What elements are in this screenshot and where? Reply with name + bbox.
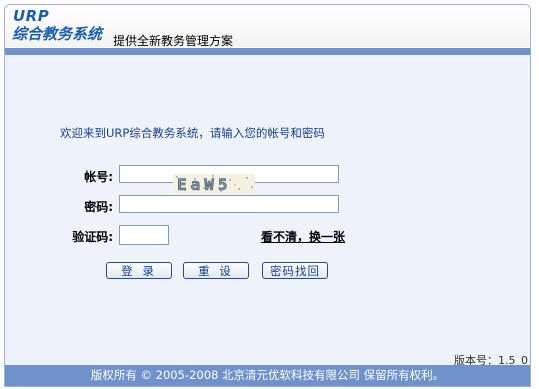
captcha-text: EaW5	[177, 175, 232, 194]
welcome-message: 欢迎来到URP综合教务系统，请输入您的帐号和密码	[60, 126, 325, 140]
captcha-input[interactable]	[119, 225, 169, 245]
account-label: 帐号:	[84, 170, 113, 184]
login-window: URP 综合教务系统 提供全新教务管理方案 欢迎来到URP综合教务系统，请输入您…	[4, 4, 531, 387]
login-button[interactable]: 登 录	[106, 262, 172, 279]
header-band	[5, 48, 530, 55]
captcha-label: 验证码:	[72, 230, 113, 244]
logo-system-name: 综合教务系统	[12, 25, 103, 43]
footer-copyright: 版权所有 © 2005-2008 北京清元优软科技有限公司 保留所有权利。	[5, 365, 530, 386]
password-input[interactable]	[119, 195, 339, 213]
refresh-captcha-link[interactable]: 看不清，换一张	[261, 228, 345, 245]
header: URP 综合教务系统 提供全新教务管理方案	[5, 5, 530, 48]
recover-password-button[interactable]: 密码找回	[262, 262, 328, 279]
captcha-image[interactable]: EaW5	[173, 174, 255, 194]
login-panel: 欢迎来到URP综合教务系统，请输入您的帐号和密码 帐号: 密码: 验证码: Ea…	[5, 55, 530, 367]
reset-button[interactable]: 重 设	[183, 262, 249, 279]
slogan: 提供全新教务管理方案	[113, 34, 234, 48]
password-label: 密码:	[84, 200, 113, 214]
